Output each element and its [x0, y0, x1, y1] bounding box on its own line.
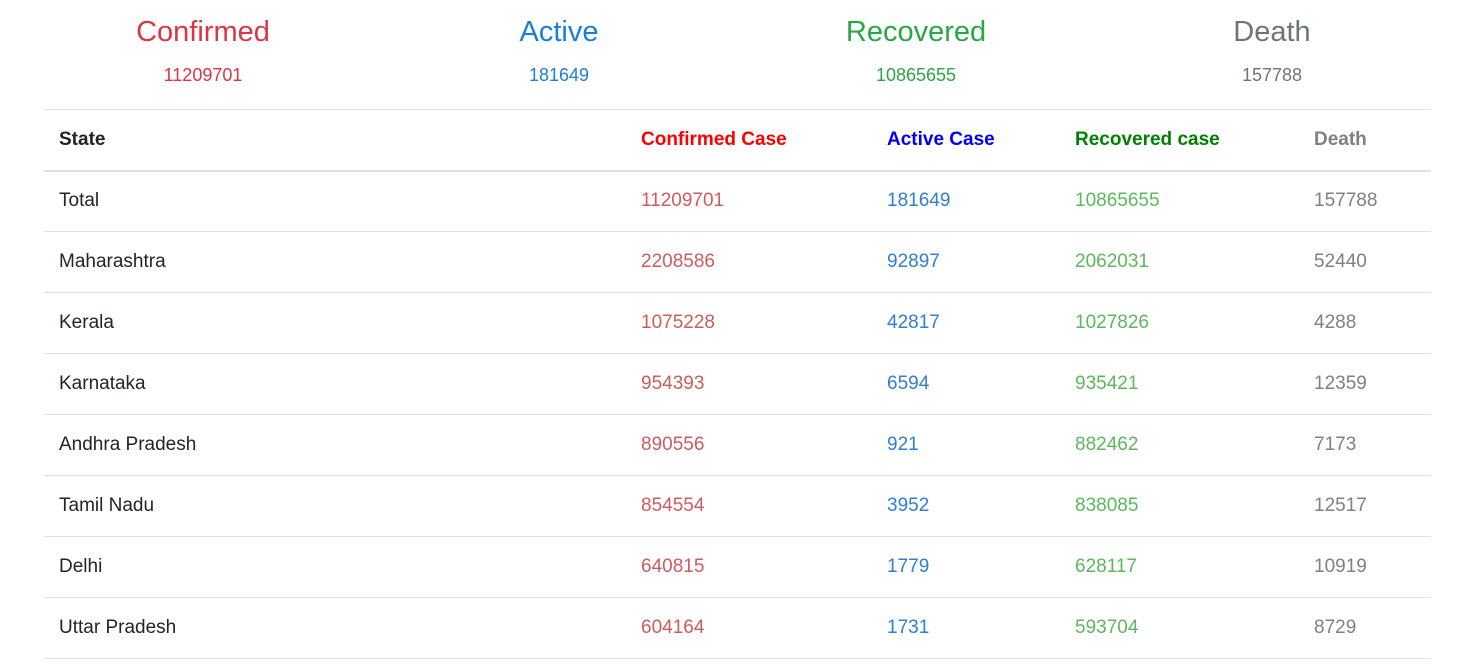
- state-table-container: State Confirmed Case Active Case Recover…: [44, 109, 1431, 659]
- summary-confirmed-title: Confirmed: [136, 16, 270, 48]
- cell-recovered: 838085: [1075, 495, 1139, 516]
- cell-state: Tamil Nadu: [59, 495, 155, 516]
- cell-death: 8729: [1314, 617, 1357, 638]
- cell-confirmed: 890556: [641, 434, 705, 455]
- summary-recovered-value: 10865655: [875, 65, 957, 85]
- cell-active: 181649: [887, 190, 951, 212]
- cell-death: 52440: [1314, 251, 1367, 272]
- cell-confirmed: 954393: [641, 373, 705, 394]
- cell-confirmed: 11209701: [641, 190, 725, 212]
- cell-recovered: 1027826: [1075, 312, 1149, 333]
- summary-confirmed-value: 11209701: [163, 65, 243, 85]
- cell-active: 42817: [887, 312, 940, 333]
- summary-death-title: Death: [1233, 16, 1311, 48]
- cell-recovered: 10865655: [1075, 190, 1160, 212]
- cell-recovered: 935421: [1075, 373, 1139, 394]
- cell-confirmed: 1075228: [641, 312, 715, 333]
- summary-death-value: 157788: [1241, 65, 1303, 85]
- state-table: State Confirmed Case Active Case Recover…: [44, 109, 1431, 659]
- cell-active: 1731: [887, 617, 930, 638]
- cell-confirmed: 2208586: [641, 251, 715, 272]
- cell-state: Karnataka: [59, 373, 146, 394]
- cell-recovered: 882462: [1075, 434, 1139, 455]
- table-header-row: State Confirmed Case Active Case Recover…: [44, 109, 1431, 171]
- table-row: Tamil Nadu 854554 3952 838085 12517: [44, 476, 1431, 537]
- cell-state: Kerala: [59, 312, 114, 333]
- summary-panel: Confirmed 11209701 Active 181649 Recover…: [0, 0, 1464, 110]
- cell-death: 4288: [1314, 312, 1357, 333]
- cell-state: Delhi: [59, 556, 103, 577]
- cell-death: 7173: [1314, 434, 1357, 455]
- header-confirmed: Confirmed Case: [641, 128, 787, 150]
- table-row: Andhra Pradesh 890556 921 882462 7173: [44, 415, 1431, 476]
- cell-active: 1779: [887, 556, 930, 577]
- header-active: Active Case: [887, 128, 995, 150]
- cell-death: 157788: [1314, 190, 1378, 212]
- cell-state: Total: [59, 190, 100, 212]
- summary-active-value: 181649: [528, 65, 590, 85]
- cell-recovered: 593704: [1075, 617, 1139, 638]
- table-row: Maharashtra 2208586 92897 2062031 52440: [44, 232, 1431, 293]
- cell-state: Uttar Pradesh: [59, 617, 177, 638]
- cell-death: 10919: [1314, 556, 1367, 577]
- cell-confirmed: 604164: [641, 617, 705, 638]
- summary-recovered-title: Recovered: [845, 16, 987, 48]
- cell-state: Andhra Pradesh: [59, 434, 197, 455]
- table-row: Total 11209701 181649 10865655 157788: [44, 171, 1431, 232]
- cell-state: Maharashtra: [59, 251, 166, 272]
- cell-recovered: 2062031: [1075, 251, 1149, 272]
- table-row: Karnataka 954393 6594 935421 12359: [44, 354, 1431, 415]
- cell-confirmed: 640815: [641, 556, 705, 577]
- header-state: State: [59, 128, 106, 150]
- cell-active: 6594: [887, 373, 930, 394]
- cell-death: 12359: [1314, 373, 1367, 394]
- cell-active: 92897: [887, 251, 940, 272]
- cell-death: 12517: [1314, 495, 1367, 516]
- table-row: Delhi 640815 1779 628117 10919: [44, 537, 1431, 598]
- cell-active: 3952: [887, 495, 930, 516]
- header-death: Death: [1314, 128, 1367, 150]
- covid-dashboard: Confirmed 11209701 Active 181649 Recover…: [0, 0, 1464, 669]
- table-row: Kerala 1075228 42817 1027826 4288: [44, 293, 1431, 354]
- cell-confirmed: 854554: [641, 495, 705, 516]
- cell-recovered: 628117: [1075, 556, 1137, 577]
- table-row: Uttar Pradesh 604164 1731 593704 8729: [44, 598, 1431, 659]
- summary-active-title: Active: [519, 16, 599, 48]
- header-recovered: Recovered case: [1075, 128, 1220, 150]
- cell-active: 921: [887, 434, 919, 455]
